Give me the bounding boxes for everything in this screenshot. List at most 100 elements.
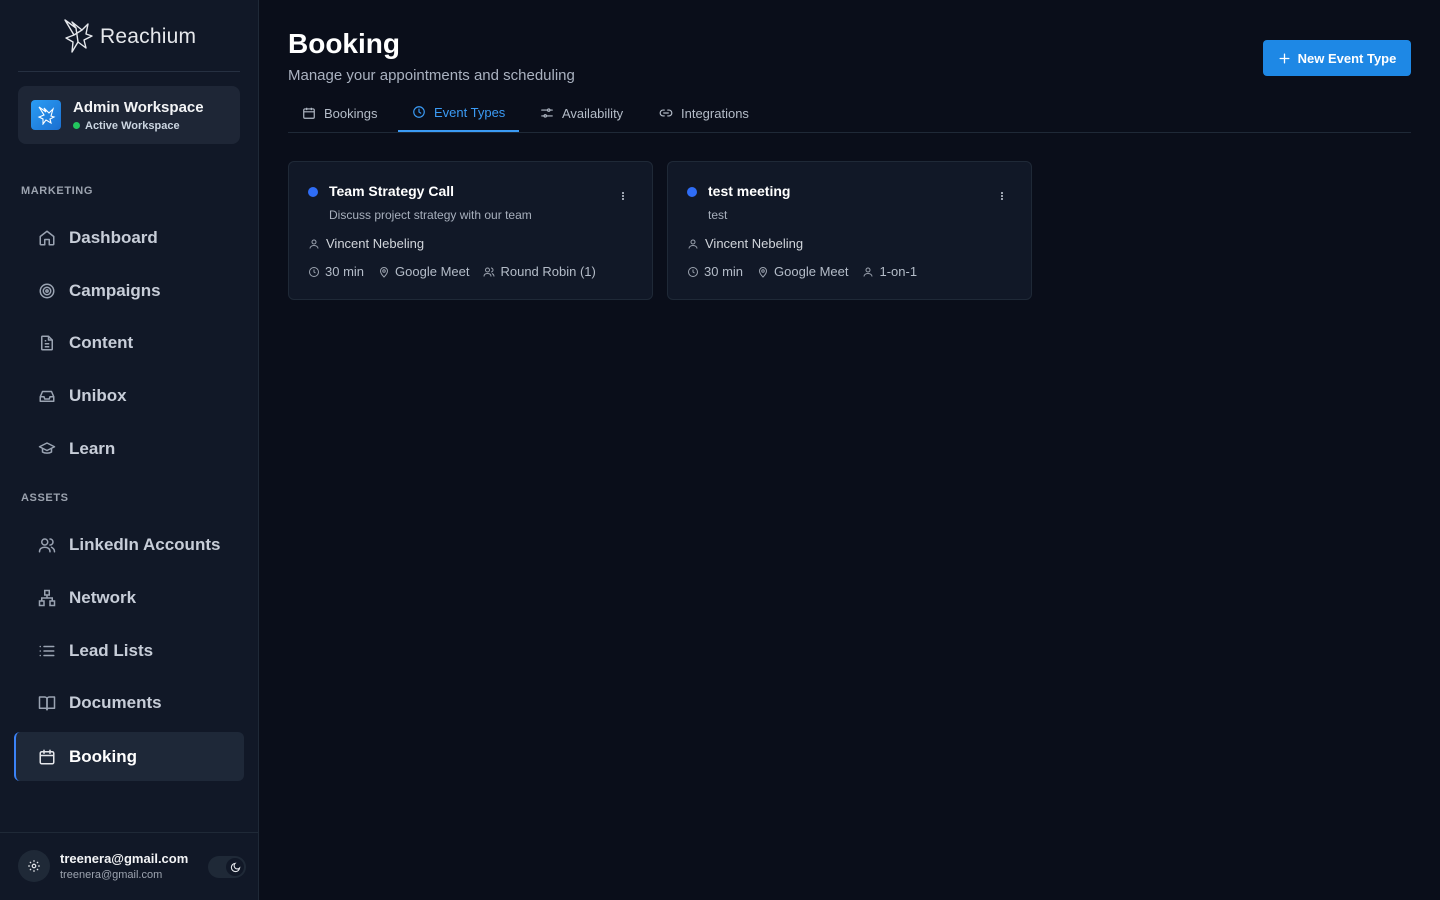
section-label-marketing: MARKETING <box>21 185 94 197</box>
event-description: test <box>708 208 728 222</box>
sidebar-item-linkedin-accounts[interactable]: LinkedIn Accounts <box>14 520 244 569</box>
list-icon <box>38 642 56 660</box>
sidebar-item-content[interactable]: Content <box>14 318 244 367</box>
workspace-status: Active Workspace <box>73 120 204 132</box>
event-type-card[interactable]: Team Strategy Call Discuss project strat… <box>288 161 653 300</box>
sidebar-item-campaigns[interactable]: Campaigns <box>14 266 244 315</box>
sidebar-item-label: Campaigns <box>69 280 161 300</box>
sidebar-item-learn[interactable]: Learn <box>14 424 244 473</box>
user-icon <box>862 266 874 278</box>
users-icon <box>483 266 495 278</box>
sidebar-item-lead-lists[interactable]: Lead Lists <box>14 626 244 675</box>
user-email: treenera@gmail.com <box>60 869 163 881</box>
page-subtitle: Manage your appointments and scheduling <box>288 67 575 84</box>
status-dot-icon <box>73 122 80 129</box>
moon-icon <box>226 858 244 876</box>
workspace-title: Admin Workspace <box>73 98 204 116</box>
sidebar-item-label: Unibox <box>69 385 127 405</box>
brand[interactable]: Reachium <box>62 17 196 57</box>
tab-bar: Bookings Event Types Availability Integr… <box>288 94 1411 133</box>
clock-icon <box>687 266 699 278</box>
reachium-logo-icon <box>62 18 94 56</box>
tab-label: Integrations <box>681 105 749 121</box>
tab-integrations[interactable]: Integrations <box>645 94 763 132</box>
book-open-icon <box>38 694 56 712</box>
event-title: Team Strategy Call <box>329 183 455 199</box>
theme-toggle[interactable] <box>208 856 246 878</box>
event-description: Discuss project strategy with our team <box>329 208 532 222</box>
event-title: test meeting <box>708 183 791 199</box>
event-type-label: Round Robin (1) <box>500 264 596 279</box>
sidebar-item-label: Booking <box>69 746 137 766</box>
user-name: treenera@gmail.com <box>60 851 189 866</box>
clock-icon <box>308 266 320 278</box>
sidebar-item-network[interactable]: Network <box>14 573 244 622</box>
sidebar-item-label: Network <box>69 587 137 607</box>
users-icon <box>38 536 56 554</box>
divider <box>18 71 240 72</box>
gear-icon <box>27 859 41 873</box>
user-profile: treenera@gmail.com treenera@gmail.com <box>18 850 188 882</box>
event-type-label: 1-on-1 <box>879 264 918 279</box>
event-meta: 30 min Google Meet Round Robin (1) <box>308 264 596 279</box>
calendar-icon <box>302 106 316 120</box>
inbox-icon <box>38 387 56 405</box>
map-pin-icon <box>757 266 769 278</box>
event-location: Google Meet <box>757 264 848 279</box>
section-label-assets: ASSETS <box>21 492 69 504</box>
event-type-card[interactable]: test meeting test Vincent Nebeling 30 mi… <box>667 161 1032 300</box>
sidebar-item-label: LinkedIn Accounts <box>69 534 221 554</box>
sidebar-item-documents[interactable]: Documents <box>14 678 244 727</box>
event-host-name: Vincent Nebeling <box>705 236 804 251</box>
sidebar-item-label: Lead Lists <box>69 640 154 660</box>
tab-label: Event Types <box>434 104 506 120</box>
page-title: Booking <box>288 28 400 59</box>
new-event-type-button[interactable]: New Event Type <box>1263 40 1411 76</box>
workspace-status-label: Active Workspace <box>85 119 180 132</box>
workspace-switcher[interactable]: Admin Workspace Active Workspace <box>18 86 240 144</box>
event-location-label: Google Meet <box>774 264 849 279</box>
event-meta: 30 min Google Meet 1-on-1 <box>687 264 917 279</box>
event-host-name: Vincent Nebeling <box>326 236 425 251</box>
sidebar: Reachium Admin Workspace Active Workspac… <box>0 0 259 900</box>
calendar-icon <box>38 748 56 766</box>
target-icon <box>38 282 56 300</box>
tab-label: Availability <box>562 105 624 121</box>
user-icon <box>308 238 320 250</box>
sidebar-item-label: Documents <box>69 692 162 712</box>
clock-icon <box>412 105 426 119</box>
divider <box>0 832 258 833</box>
more-vertical-icon[interactable] <box>1001 192 1003 200</box>
event-color-dot <box>687 187 697 197</box>
event-type: 1-on-1 <box>862 264 917 279</box>
settings-button[interactable] <box>18 850 50 882</box>
plus-icon <box>1278 52 1291 65</box>
event-host: Vincent Nebeling <box>308 236 424 251</box>
map-pin-icon <box>378 266 390 278</box>
brand-name: Reachium <box>100 25 197 48</box>
sidebar-item-label: Dashboard <box>69 227 158 247</box>
sidebar-item-dashboard[interactable]: Dashboard <box>14 213 244 262</box>
sidebar-item-label: Content <box>69 332 134 352</box>
event-color-dot <box>308 187 318 197</box>
event-duration-label: 30 min <box>704 264 744 279</box>
event-host: Vincent Nebeling <box>687 236 803 251</box>
event-duration: 30 min <box>308 264 364 279</box>
tab-bookings[interactable]: Bookings <box>288 94 391 132</box>
new-event-type-label: New Event Type <box>1297 50 1397 66</box>
network-icon <box>38 589 56 607</box>
tab-label: Bookings <box>324 105 378 121</box>
tab-availability[interactable]: Availability <box>526 94 637 132</box>
sidebar-item-booking[interactable]: Booking <box>14 732 244 781</box>
sidebar-item-unibox[interactable]: Unibox <box>14 371 244 420</box>
more-vertical-icon[interactable] <box>622 192 624 200</box>
event-location: Google Meet <box>378 264 469 279</box>
workspace-logo-icon <box>31 100 61 130</box>
sidebar-item-label: Learn <box>69 438 116 458</box>
home-icon <box>38 229 56 247</box>
user-icon <box>687 238 699 250</box>
sliders-icon <box>540 106 554 120</box>
file-text-icon <box>38 334 56 352</box>
tab-event-types[interactable]: Event Types <box>398 94 520 132</box>
event-location-label: Google Meet <box>395 264 470 279</box>
